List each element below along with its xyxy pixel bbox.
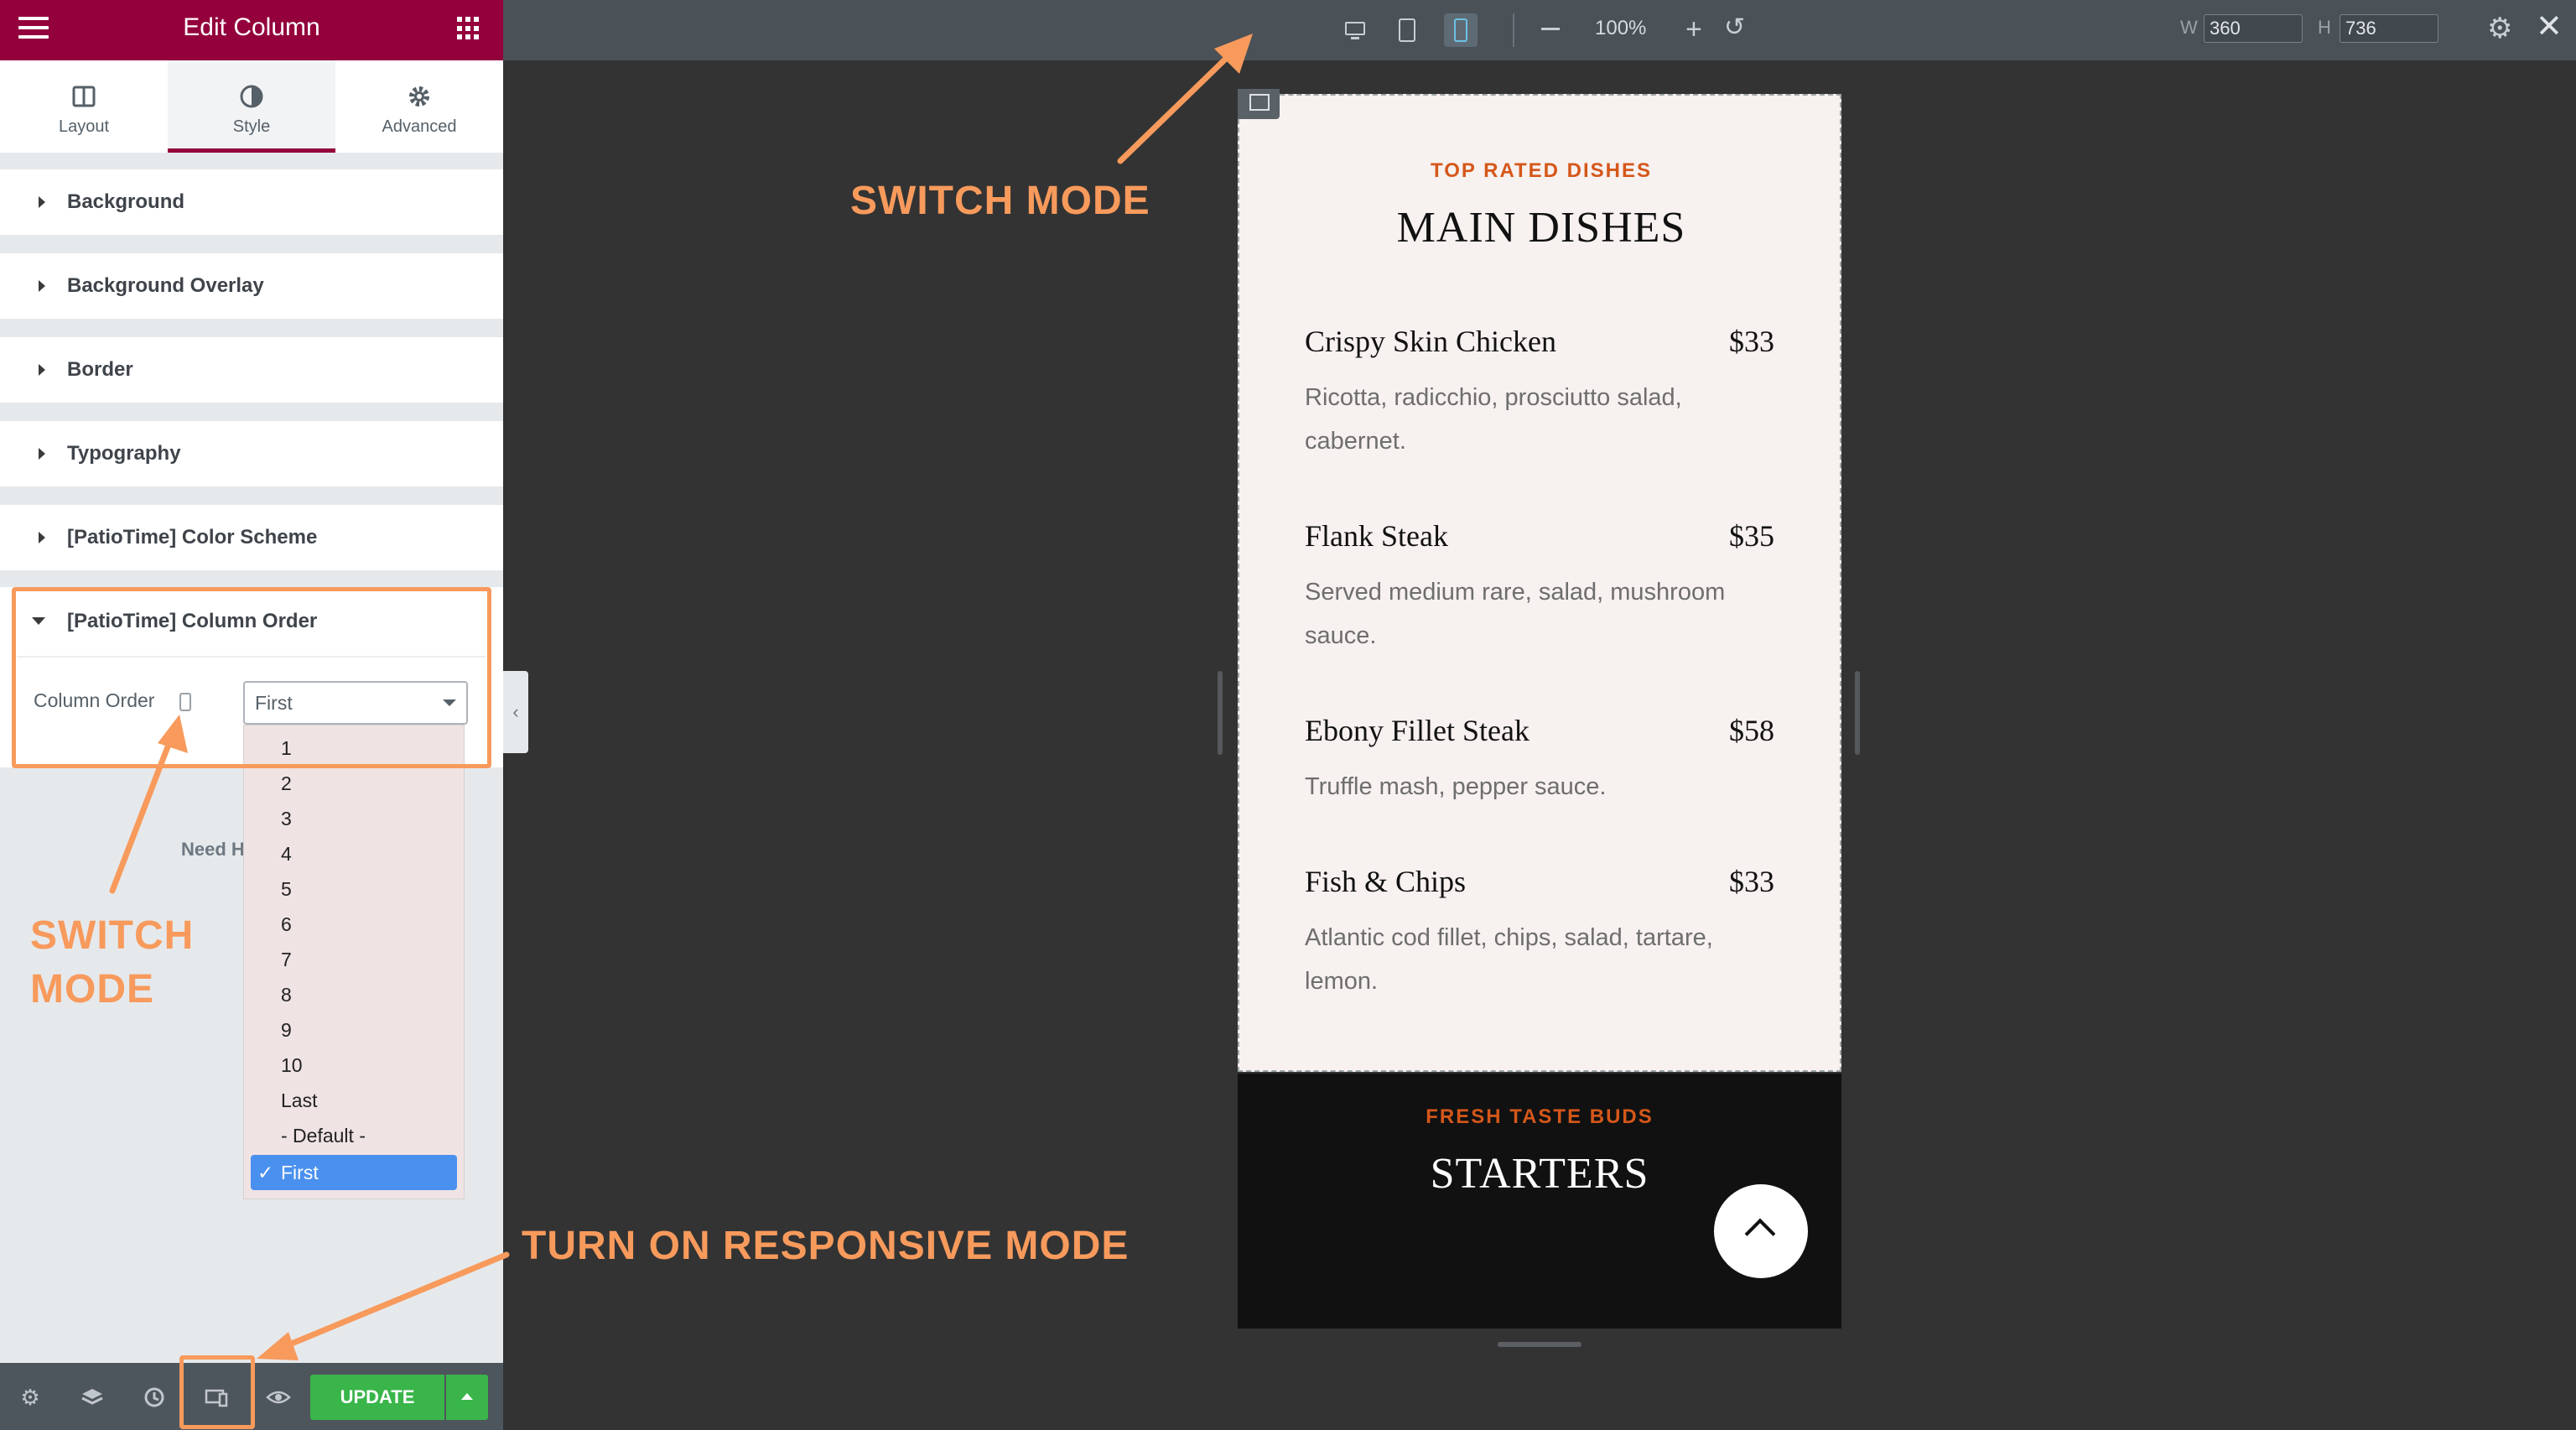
canvas-resize-handle-bottom[interactable]: [1498, 1342, 1581, 1347]
dish-description: Served medium rare, salad, mushroom sauc…: [1305, 579, 1726, 649]
settings-icon[interactable]: ⚙: [17, 1384, 44, 1411]
caret-right-icon: [39, 196, 45, 208]
tab-advanced[interactable]: Advanced: [335, 60, 503, 153]
annotation-highlight-responsive-button: [179, 1355, 255, 1429]
dish-name: Ebony Fillet Steak: [1305, 714, 1530, 747]
caret-right-icon: [39, 532, 45, 543]
dropdown-option[interactable]: 6: [244, 907, 464, 942]
dropdown-option-selected[interactable]: First: [251, 1155, 457, 1190]
mobile-preview: TOP RATED DISHES MAIN DISHES Crispy Skin…: [1238, 94, 1841, 1329]
device-tablet-button[interactable]: [1390, 13, 1424, 47]
annotation-highlight-column-order: [12, 587, 491, 768]
tab-label: Advanced: [382, 117, 457, 136]
gear-icon[interactable]: ⚙: [2487, 12, 2512, 45]
tab-layout[interactable]: Layout: [0, 60, 168, 153]
dropdown-option[interactable]: Last: [244, 1083, 464, 1118]
dropdown-option[interactable]: 10: [244, 1048, 464, 1083]
zoom-in-icon[interactable]: +: [1685, 15, 1702, 44]
section-label: Typography: [67, 442, 181, 465]
update-button[interactable]: UPDATE: [310, 1375, 444, 1420]
height-input[interactable]: 736: [2340, 14, 2438, 43]
contrast-icon: [240, 85, 263, 108]
reset-zoom-icon[interactable]: ↺: [1724, 13, 1745, 42]
columns-icon: [72, 86, 96, 107]
annotation-turn-on-responsive: TURN ON RESPONSIVE MODE: [522, 1224, 1130, 1268]
dish-price: $33: [1729, 325, 1774, 358]
caret-right-icon: [39, 280, 45, 292]
desktop-stand: [1351, 37, 1359, 39]
dropdown-option[interactable]: 2: [244, 766, 464, 801]
dish-description: Atlantic cod fillet, chips, salad, tarta…: [1305, 924, 1713, 995]
dish-name: Fish & Chips: [1305, 865, 1467, 898]
annotation-switch-mode-left-2: MODE: [30, 967, 154, 1011]
desktop-icon: [1345, 22, 1365, 35]
section-label: [PatioTime] Color Scheme: [67, 526, 318, 549]
dropdown-option[interactable]: 8: [244, 977, 464, 1012]
toolbar-divider: [1513, 13, 1514, 47]
layers-icon[interactable]: [79, 1384, 106, 1411]
history-icon[interactable]: [141, 1384, 168, 1411]
gear-icon: [409, 86, 429, 107]
tab-label: Style: [232, 117, 271, 136]
dish-name: Crispy Skin Chicken: [1305, 325, 1557, 358]
tab-label: Layout: [58, 117, 110, 136]
dish-price: $58: [1729, 714, 1774, 747]
dropdown-option[interactable]: 3: [244, 801, 464, 836]
edit-column-handle[interactable]: [1238, 89, 1280, 119]
section-background[interactable]: Background: [0, 169, 503, 235]
column-order-dropdown: 1 2 3 4 5 6 7 8 9 10 Last - Default - Fi…: [243, 725, 465, 1199]
canvas-resize-handle-right[interactable]: [1855, 671, 1860, 755]
panel-header: Edit Column: [0, 0, 503, 60]
dish-description: Ricotta, radicchio, prosciutto salad, ca…: [1305, 384, 1682, 455]
height-label: H: [2318, 17, 2331, 38]
section-heading: MAIN DISHES: [1396, 204, 1686, 252]
section-label: Background: [67, 190, 185, 213]
dish-name: Flank Steak: [1305, 519, 1448, 553]
device-mobile-button[interactable]: [1444, 13, 1478, 47]
section-typography[interactable]: Typography: [0, 421, 503, 486]
panel-tabs: Layout Style Advanced: [0, 60, 503, 153]
dish-description: Truffle mash, pepper sauce.: [1305, 773, 1607, 800]
section-border[interactable]: Border: [0, 337, 503, 403]
section-kicker: TOP RATED DISHES: [1430, 159, 1653, 182]
section-background-overlay[interactable]: Background Overlay: [0, 253, 503, 319]
dish-price: $35: [1729, 519, 1774, 553]
width-label: W: [2180, 17, 2198, 38]
dropdown-option[interactable]: - Default -: [244, 1118, 464, 1153]
eye-icon[interactable]: [265, 1384, 292, 1411]
section-label: Border: [67, 358, 133, 381]
dropdown-option[interactable]: 9: [244, 1012, 464, 1048]
dropdown-option[interactable]: 4: [244, 836, 464, 871]
close-icon[interactable]: ✕: [2536, 8, 2563, 45]
tablet-icon: [1399, 18, 1415, 42]
widgets-grid-icon[interactable]: [457, 17, 480, 40]
caret-right-icon: [39, 448, 45, 460]
update-options-button[interactable]: [446, 1375, 488, 1420]
device-desktop-button[interactable]: [1338, 13, 1372, 47]
tab-style[interactable]: Style: [168, 60, 335, 153]
annotation-switch-mode-top: SWITCH MODE: [850, 179, 1150, 223]
responsive-toolbar: 100% + ↺ W 360 H 736 ⚙ ✕: [503, 0, 2576, 60]
panel-title: Edit Column: [183, 13, 320, 41]
canvas-resize-handle-left[interactable]: [1218, 671, 1223, 755]
dropdown-option[interactable]: 5: [244, 871, 464, 907]
section-kicker: FRESH TASTE BUDS: [1426, 1105, 1654, 1128]
mobile-icon: [1454, 18, 1467, 42]
section-label: Background Overlay: [67, 274, 264, 297]
caret-right-icon: [39, 364, 45, 376]
zoom-out-icon[interactable]: [1541, 28, 1560, 30]
main-dishes-column[interactable]: TOP RATED DISHES MAIN DISHES Crispy Skin…: [1238, 94, 1841, 1072]
width-input[interactable]: 360: [2204, 14, 2303, 43]
section-color-scheme[interactable]: [PatioTime] Color Scheme: [0, 505, 503, 570]
need-help-link[interactable]: Need H: [181, 839, 245, 861]
scroll-to-top-button[interactable]: [1714, 1184, 1808, 1278]
annotation-switch-mode-left-1: SWITCH: [30, 913, 195, 958]
dish-price: $33: [1729, 865, 1774, 898]
collapse-panel-toggle[interactable]: ‹: [503, 671, 528, 753]
zoom-level: 100%: [1595, 17, 1647, 39]
dropdown-option[interactable]: 7: [244, 942, 464, 977]
